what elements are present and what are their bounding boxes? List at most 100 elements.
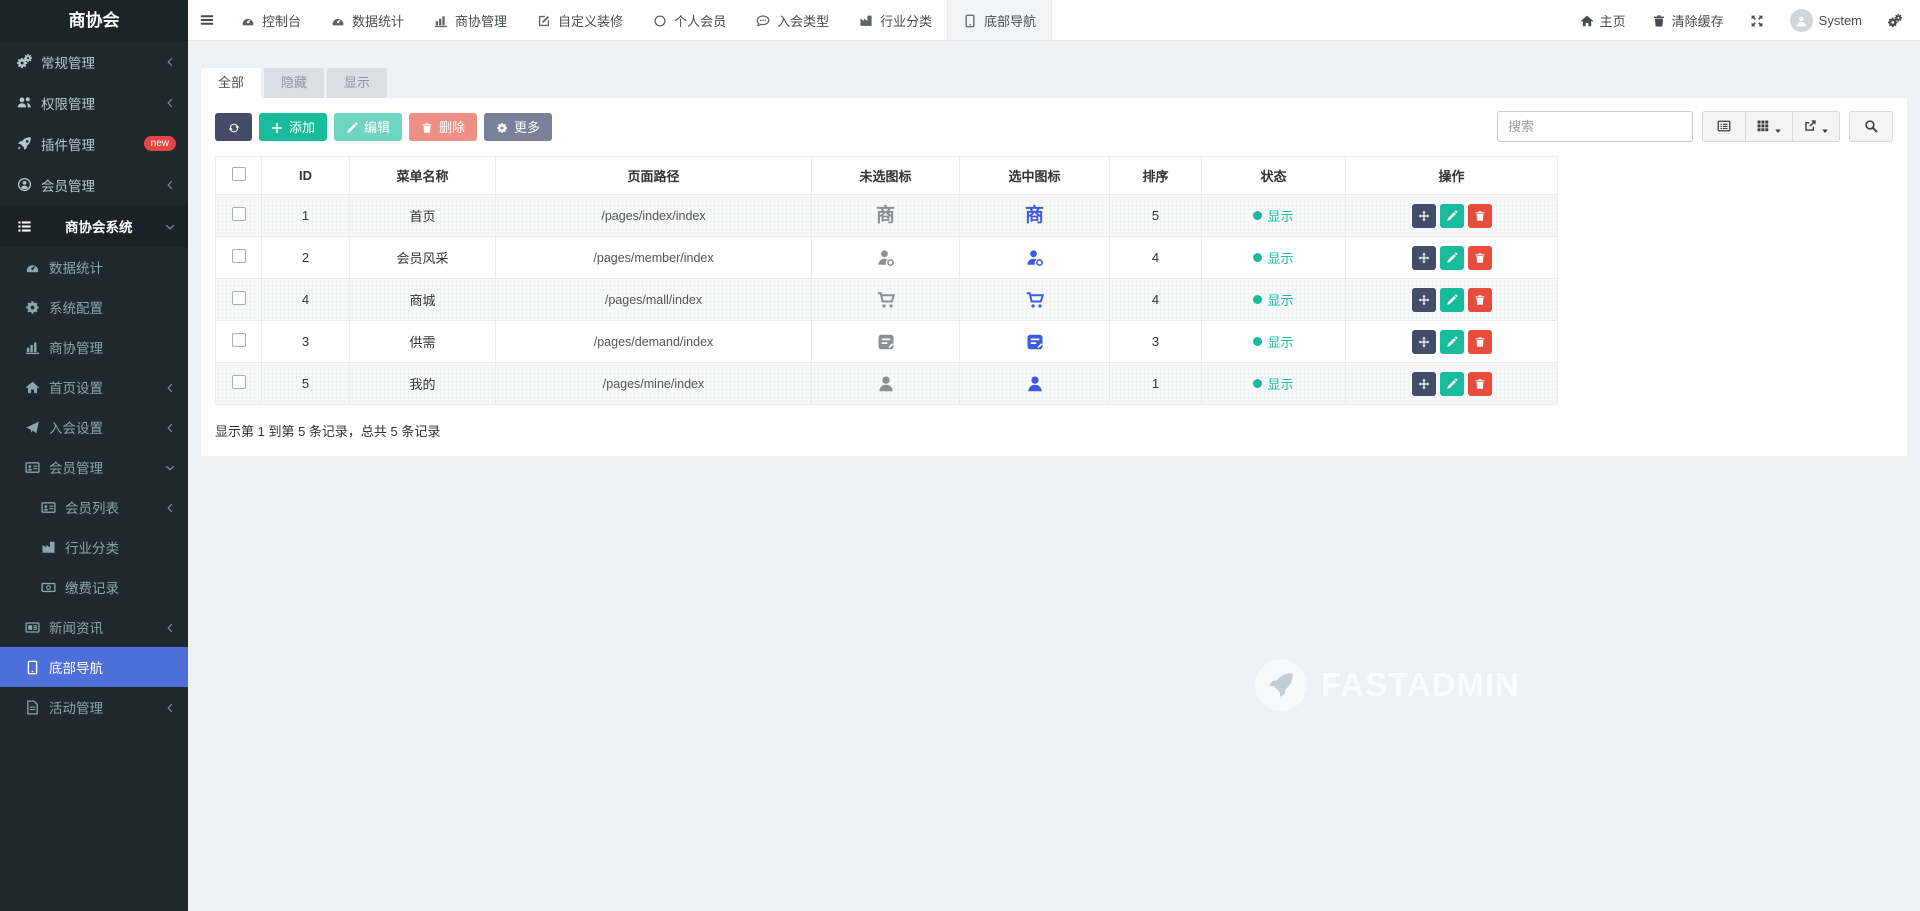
nav-tab-console[interactable]: 控制台 [226, 0, 316, 40]
cell-page-path: /pages/member/index [496, 237, 812, 279]
home-label: 主页 [1600, 11, 1626, 30]
edit-row-button[interactable] [1440, 330, 1464, 354]
sidebar-item-member-manage[interactable]: 会员管理 [0, 164, 188, 205]
nav-tab-custom-decorate[interactable]: 自定义装修 [522, 0, 638, 40]
select-all-header [216, 157, 262, 195]
sidebar-item-join-settings[interactable]: 入会设置 [0, 407, 188, 447]
delete-row-button[interactable] [1468, 330, 1492, 354]
edit-row-button[interactable] [1440, 204, 1464, 228]
search-icon [1864, 118, 1878, 136]
trash-icon [421, 119, 433, 134]
chevron-left-icon [165, 177, 175, 192]
nav-tab-label: 控制台 [262, 11, 301, 30]
status-badge: 显示 [1253, 248, 1293, 267]
fullscreen-button[interactable] [1750, 12, 1764, 28]
drag-row-button[interactable] [1412, 246, 1436, 270]
sidebar-item-member-list[interactable]: 会员列表 [0, 487, 188, 527]
shang-icon-selected: 商 [1025, 209, 1044, 224]
cell-id: 5 [262, 363, 350, 405]
nav-tab-personal-member[interactable]: 个人会员 [638, 0, 741, 40]
cell-id: 2 [262, 237, 350, 279]
sidebar-item-assoc-manage[interactable]: 商协管理 [0, 327, 188, 367]
sidebar-item-data-stats[interactable]: 数据统计 [0, 247, 188, 287]
add-button[interactable]: 添加 [259, 113, 327, 141]
detail-view-button[interactable] [1702, 111, 1746, 142]
drag-row-button[interactable] [1412, 372, 1436, 396]
delete-row-button[interactable] [1468, 246, 1492, 270]
nav-tab-assoc-manage[interactable]: 商协管理 [419, 0, 522, 40]
edit-row-button[interactable] [1440, 246, 1464, 270]
delete-row-button[interactable] [1468, 204, 1492, 228]
circleo-icon [653, 12, 667, 28]
pencil-icon [346, 119, 358, 134]
edit-button[interactable]: 编辑 [334, 113, 402, 141]
sidebar-item-assoc-system[interactable]: 商协会系统 [0, 205, 188, 247]
nav-tab-data-stats[interactable]: 数据统计 [316, 0, 419, 40]
sidebar-item-industry-category[interactable]: 行业分类 [0, 527, 188, 567]
status-badge: 显示 [1253, 290, 1293, 309]
sidebar-toggle-button[interactable] [188, 0, 226, 40]
search-button[interactable] [1849, 111, 1893, 142]
settings-button[interactable] [1888, 12, 1902, 28]
delete-row-button[interactable] [1468, 288, 1492, 312]
sidebar-item-label: 首页设置 [49, 377, 103, 397]
sidebar-item-bottom-nav[interactable]: 底部导航 [0, 647, 188, 687]
export-button[interactable] [1793, 111, 1840, 142]
edit-row-button[interactable] [1440, 288, 1464, 312]
table-row: 2会员风采/pages/member/index4显示 [216, 237, 1558, 279]
nav-tab-join-type[interactable]: 入会类型 [741, 0, 844, 40]
filter-tab-hidden[interactable]: 隐藏 [264, 68, 324, 98]
member-icon-selected [1025, 249, 1045, 264]
sidebar-item-payment-records[interactable]: 缴费记录 [0, 567, 188, 607]
row-checkbox[interactable] [232, 375, 246, 389]
delete-row-button[interactable] [1468, 372, 1492, 396]
sidebar-item-general-manage[interactable]: 常规管理 [0, 41, 188, 82]
chevron-left-icon [165, 380, 175, 395]
refresh-button[interactable] [215, 113, 252, 141]
drag-row-button[interactable] [1412, 330, 1436, 354]
fastadmin-logo-icon [1255, 659, 1307, 711]
drag-row-button[interactable] [1412, 288, 1436, 312]
more-button[interactable]: 更多 [484, 113, 552, 141]
cell-sort: 1 [1110, 363, 1202, 405]
sidebar-item-system-config[interactable]: 系统配置 [0, 287, 188, 327]
drag-row-button[interactable] [1412, 204, 1436, 228]
nav-tab-industry-category[interactable]: 行业分类 [844, 0, 947, 40]
sidebar-menu: 常规管理权限管理插件管理new会员管理商协会系统数据统计系统配置商协管理首页设置… [0, 41, 188, 727]
status-badge: 显示 [1253, 374, 1293, 393]
clear-cache-button[interactable]: 清除缓存 [1652, 11, 1724, 30]
cell-sort: 5 [1110, 195, 1202, 237]
row-checkbox[interactable] [232, 249, 246, 263]
fullscreen-icon [1750, 12, 1764, 28]
sidebar-item-label: 底部导航 [49, 657, 103, 677]
sidebar-item-label: 商协管理 [49, 337, 103, 357]
nav-tab-bottom-nav[interactable]: 底部导航 [947, 0, 1052, 40]
chevron-left-icon [165, 700, 175, 715]
caret-down-icon [1821, 123, 1829, 131]
sidebar-item-activity-manage[interactable]: 活动管理 [0, 687, 188, 727]
row-checkbox[interactable] [232, 291, 246, 305]
column-header: 选中图标 [960, 157, 1110, 195]
sidebar-item-member-manage-sub[interactable]: 会员管理 [0, 447, 188, 487]
row-checkbox[interactable] [232, 333, 246, 347]
nav-tab-label: 数据统计 [352, 11, 404, 30]
sidebar-item-news[interactable]: 新闻资讯 [0, 607, 188, 647]
status-badge: 显示 [1253, 332, 1293, 351]
home-link[interactable]: 主页 [1580, 11, 1626, 30]
sidebar-item-auth-manage[interactable]: 权限管理 [0, 82, 188, 123]
user-menu[interactable]: System [1790, 9, 1862, 32]
sidebar-item-home-settings[interactable]: 首页设置 [0, 367, 188, 407]
delete-button[interactable]: 删除 [409, 113, 477, 141]
row-checkbox[interactable] [232, 207, 246, 221]
columns-button[interactable] [1746, 111, 1793, 142]
sidebar-item-addon-manage[interactable]: 插件管理new [0, 123, 188, 164]
filter-tab-all[interactable]: 全部 [201, 68, 261, 98]
edit-row-button[interactable] [1440, 372, 1464, 396]
nav-tab-label: 商协管理 [455, 11, 507, 30]
status-dot [1253, 295, 1262, 304]
column-header: ID [262, 157, 350, 195]
delete-label: 删除 [439, 117, 465, 136]
search-input[interactable] [1497, 111, 1693, 142]
select-all-checkbox[interactable] [232, 167, 246, 181]
filter-tab-shown[interactable]: 显示 [327, 68, 387, 98]
